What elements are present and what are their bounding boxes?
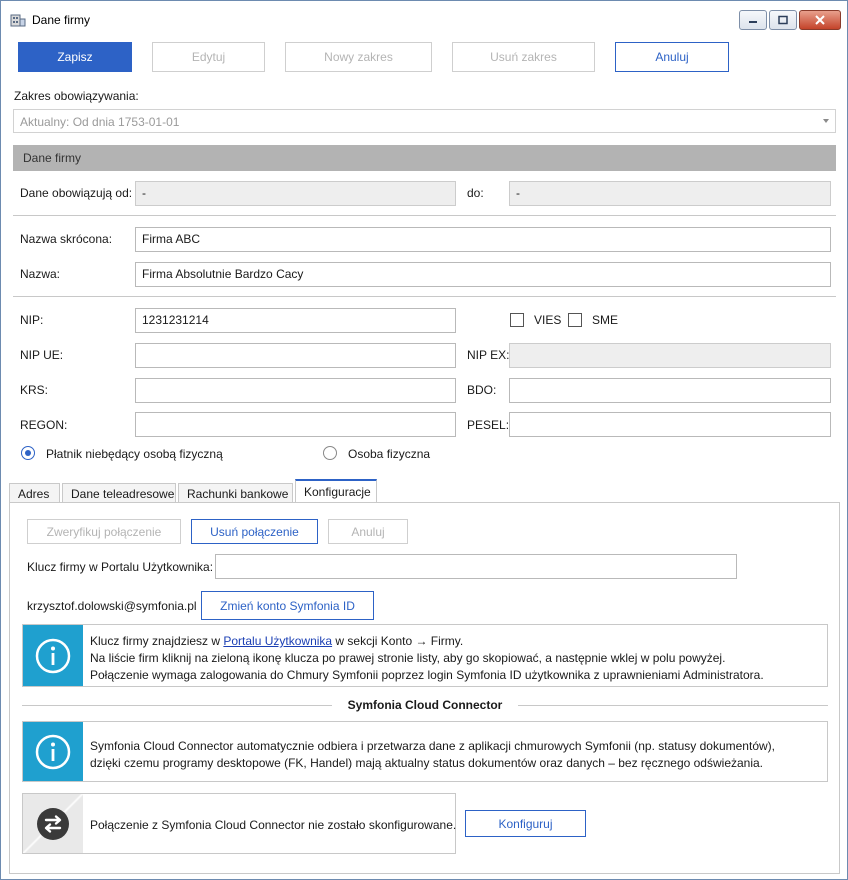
connector-status-text: Połączenie z Symfonia Cloud Connector ni… bbox=[90, 818, 457, 832]
sme-checkbox[interactable] bbox=[568, 313, 582, 327]
title-bar[interactable]: Dane firmy bbox=[1, 1, 847, 35]
info-line-1-prefix: Klucz firmy znajdziesz w bbox=[90, 634, 224, 648]
connector-status-box: Połączenie z Symfonia Cloud Connector ni… bbox=[22, 793, 456, 854]
info-icon bbox=[35, 638, 71, 673]
info-icon-cell bbox=[23, 625, 83, 686]
short-name-label: Nazwa skrócona: bbox=[20, 232, 113, 246]
change-account-button[interactable]: Zmień konto Symfonia ID bbox=[201, 591, 374, 620]
valid-to-label: do: bbox=[467, 186, 484, 200]
regon-field[interactable] bbox=[135, 412, 456, 437]
valid-from-label: Dane obowiązują od: bbox=[20, 186, 133, 200]
separator bbox=[13, 296, 836, 297]
minimize-icon bbox=[749, 21, 757, 23]
configure-button[interactable]: Konfiguruj bbox=[465, 810, 586, 837]
payer-non-person-radio[interactable] bbox=[21, 446, 35, 460]
name-label: Nazwa: bbox=[20, 267, 61, 281]
info-line-1: Klucz firmy znajdziesz w Portalu Użytkow… bbox=[90, 633, 463, 650]
info-line-1-suffix: w sekcji Konto → Firmy. bbox=[332, 634, 464, 648]
dane-firmy-window: Dane firmy Zapisz Edytuj Nowy zakres Usu… bbox=[0, 0, 848, 880]
verify-connection-button[interactable]: Zweryfikuj połączenie bbox=[27, 519, 181, 544]
cancel-button[interactable]: Anuluj bbox=[615, 42, 729, 72]
vies-label: VIES bbox=[534, 313, 562, 327]
chevron-down-icon bbox=[823, 119, 829, 123]
account-email: krzysztof.dolowski@symfonia.pl bbox=[27, 599, 197, 613]
info-icon-cell bbox=[23, 722, 83, 781]
window-title: Dane firmy bbox=[32, 13, 91, 27]
close-button[interactable] bbox=[799, 10, 841, 30]
tab-konfiguracje[interactable]: Konfiguracje bbox=[295, 479, 377, 503]
sme-label: SME bbox=[592, 313, 619, 327]
company-key-label: Klucz firmy w Portalu Użytkownika: bbox=[27, 560, 214, 574]
validity-selected-value: Aktualny: Od dnia 1753-01-01 bbox=[20, 115, 180, 129]
connector-icon-cell bbox=[23, 794, 83, 853]
connector-info-line-2: dzięki czemu programy desktopowe (FK, Ha… bbox=[90, 756, 764, 770]
connector-info-line-1: Symfonia Cloud Connector automatycznie o… bbox=[90, 739, 775, 753]
swap-arrows-icon bbox=[37, 807, 69, 840]
info-line-2: Na liście firm kliknij na zieloną ikonę … bbox=[90, 651, 726, 665]
bdo-field[interactable] bbox=[509, 378, 831, 403]
info-icon bbox=[35, 734, 71, 769]
remove-connection-button[interactable]: Usuń połączenie bbox=[191, 519, 318, 544]
validity-label: Zakres obowiązywania: bbox=[14, 89, 139, 103]
edit-button[interactable]: Edytuj bbox=[152, 42, 265, 72]
natural-person-radio[interactable] bbox=[323, 446, 337, 460]
natural-person-label: Osoba fizyczna bbox=[348, 447, 431, 461]
minimize-button[interactable] bbox=[739, 10, 767, 30]
regon-label: REGON: bbox=[20, 418, 68, 432]
validity-select[interactable]: Aktualny: Od dnia 1753-01-01 bbox=[13, 109, 836, 133]
user-portal-link[interactable]: Portalu Użytkownika bbox=[223, 634, 332, 648]
payer-non-person-label: Płatnik niebędący osobą fizyczną bbox=[46, 447, 223, 461]
divider-line-right bbox=[518, 705, 828, 706]
krs-label: KRS: bbox=[20, 383, 49, 397]
config-cancel-button[interactable]: Anuluj bbox=[328, 519, 408, 544]
maximize-button[interactable] bbox=[769, 10, 797, 30]
nip-label: NIP: bbox=[20, 313, 44, 327]
cloud-connector-divider: Symfonia Cloud Connector bbox=[22, 697, 828, 715]
maximize-icon bbox=[778, 15, 788, 25]
nip-ex-field bbox=[509, 343, 831, 368]
tab-adres[interactable]: Adres bbox=[9, 483, 60, 502]
company-key-info-box: Klucz firmy znajdziesz w Portalu Użytkow… bbox=[22, 624, 828, 687]
short-name-field[interactable]: Firma ABC bbox=[135, 227, 831, 252]
vies-checkbox[interactable] bbox=[510, 313, 524, 327]
app-icon bbox=[10, 13, 26, 27]
company-key-field[interactable] bbox=[215, 554, 737, 579]
bdo-label: BDO: bbox=[467, 383, 497, 397]
section-header: Dane firmy bbox=[13, 145, 836, 171]
tab-dane-teleadresowe[interactable]: Dane teleadresowe bbox=[62, 483, 176, 502]
new-range-button[interactable]: Nowy zakres bbox=[285, 42, 432, 72]
close-icon bbox=[815, 15, 825, 25]
save-button[interactable]: Zapisz bbox=[18, 42, 132, 72]
nip-ue-field[interactable] bbox=[135, 343, 456, 368]
pesel-field[interactable] bbox=[509, 412, 831, 437]
krs-field[interactable] bbox=[135, 378, 456, 403]
tab-rachunki-bankowe[interactable]: Rachunki bankowe bbox=[178, 483, 293, 502]
nip-ue-label: NIP UE: bbox=[20, 348, 64, 362]
valid-from-field: - bbox=[135, 181, 456, 206]
valid-to-field: - bbox=[509, 181, 831, 206]
separator bbox=[13, 215, 836, 216]
name-field[interactable]: Firma Absolutnie Bardzo Cacy bbox=[135, 262, 831, 287]
nip-ex-label: NIP EX: bbox=[467, 348, 510, 362]
info-line-3: Połączenie wymaga zalogowania do Chmury … bbox=[90, 668, 764, 682]
nip-field[interactable]: 1231231214 bbox=[135, 308, 456, 333]
cloud-connector-info-box: Symfonia Cloud Connector automatycznie o… bbox=[22, 721, 828, 782]
pesel-label: PESEL: bbox=[467, 418, 510, 432]
delete-range-button[interactable]: Usuń zakres bbox=[452, 42, 595, 72]
